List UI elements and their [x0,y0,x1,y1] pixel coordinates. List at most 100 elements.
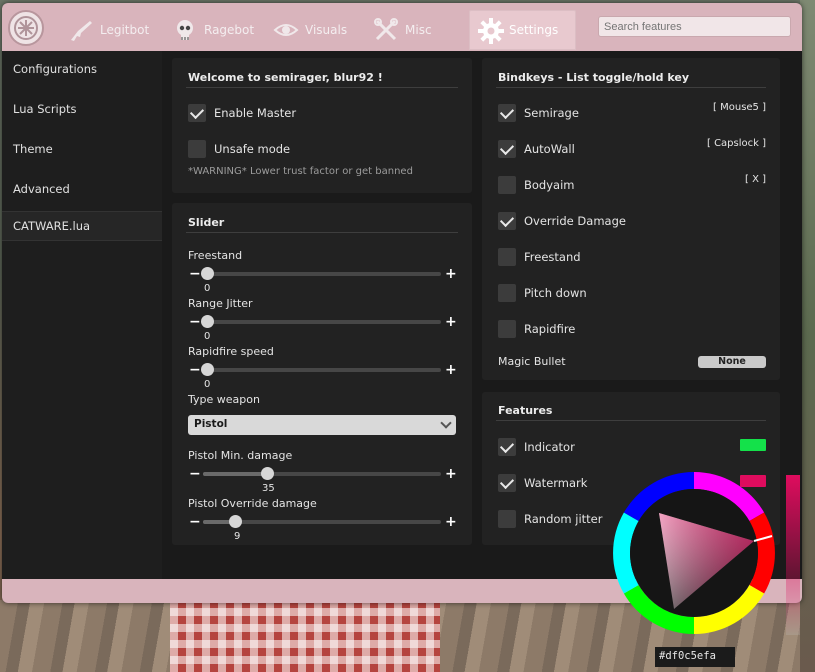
bodyaim-keybind[interactable]: [ X ] [745,174,766,185]
gear-icon [477,17,504,44]
sidebar-item-label: CATWARE.lua [13,219,91,233]
pitch-down-label: Pitch down [524,286,587,300]
freestand-slider-label: Freestand [188,249,243,262]
tab-visuals[interactable]: Visuals [265,10,355,50]
freestand-slider[interactable] [201,267,441,280]
range-jitter-slider[interactable] [201,315,441,328]
features-title: Features [498,404,553,417]
pistol-override-damage-plus-button[interactable]: + [445,515,457,529]
welcome-title: Welcome to semirager, blur92 ! [188,71,383,84]
unsafe-mode-label: Unsafe mode [214,142,291,156]
rapidfire-speed-minus-button[interactable]: − [189,363,201,377]
welcome-panel: Welcome to semirager, blur92 ! Enable Ma… [172,58,472,193]
pistol-override-damage-slider[interactable] [203,515,441,528]
background-scene-tablecloth [170,600,440,672]
divider [186,232,458,233]
rapidfire-speed-plus-button[interactable]: + [445,363,457,377]
semirage-checkbox[interactable] [498,104,516,122]
slider-knob[interactable] [229,515,242,528]
sidebar-item-advanced[interactable]: Advanced [2,174,162,204]
alpha-slider[interactable] [786,475,800,635]
rifle-icon [68,17,94,43]
enable-master-label: Enable Master [214,106,297,120]
skull-icon [172,17,198,43]
freestand-plus-button[interactable]: + [445,267,457,281]
override-damage-checkbox[interactable] [498,212,516,230]
hex-color-field[interactable]: #df0c5efa [655,647,735,667]
random-jitter-checkbox[interactable] [498,510,516,528]
warning-text: *WARNING* Lower trust factor or get bann… [188,166,413,177]
sidebar-item-label: Advanced [13,182,70,196]
background-scene-wall [800,0,815,672]
magic-bullet-label: Magic Bullet [498,355,566,368]
random-jitter-label: Random jitter [524,512,603,526]
tab-settings[interactable]: Settings [469,10,576,50]
tab-label: Visuals [305,23,348,37]
pistol-override-damage-label: Pistol Override damage [188,497,317,510]
indicator-label: Indicator [524,440,575,454]
sidebar-item-lua-scripts[interactable]: Lua Scripts [2,94,162,124]
indicator-checkbox[interactable] [498,438,516,456]
magic-bullet-key-button[interactable]: None [698,356,766,368]
pistol-min-damage-minus-button[interactable]: − [189,467,201,481]
tools-icon [373,17,399,43]
unsafe-mode-checkbox[interactable] [188,140,206,158]
rapidfire-speed-value: 0 [204,379,211,390]
rapidfire-checkbox[interactable] [498,320,516,338]
color-picker-wheel[interactable] [613,472,775,634]
freestand-checkbox[interactable] [498,248,516,266]
slider-knob[interactable] [261,467,274,480]
watermark-checkbox[interactable] [498,474,516,492]
search-input[interactable] [598,16,791,37]
sidebar-item-label: Theme [13,142,53,156]
bodyaim-checkbox[interactable] [498,176,516,194]
slider-knob[interactable] [201,315,214,328]
rapidfire-speed-slider[interactable] [201,363,441,376]
pistol-override-damage-value: 9 [234,531,241,542]
type-weapon-selected: Pistol [194,418,228,430]
catware-logo [8,10,44,46]
tab-label: Misc [405,23,432,37]
semirage-keybind[interactable]: [ Mouse5 ] [713,102,766,113]
indicator-color-swatch[interactable] [740,439,766,451]
sidebar-item-catware-lua[interactable]: CATWARE.lua [2,211,162,241]
autowall-checkbox[interactable] [498,140,516,158]
sidebar-item-configurations[interactable]: Configurations [2,54,162,84]
sidebar-item-label: Configurations [13,62,97,76]
pistol-min-damage-slider[interactable] [203,467,441,480]
type-weapon-label: Type weapon [188,393,260,406]
divider [186,87,458,88]
type-weapon-dropdown[interactable]: Pistol [188,415,456,435]
tab-label: Ragebot [204,23,255,37]
chevron-down-icon [440,417,452,429]
rapidfire-speed-slider-label: Rapidfire speed [188,345,274,358]
slider-fill [203,472,268,476]
pistol-override-damage-minus-button[interactable]: − [189,515,201,529]
tab-ragebot[interactable]: Ragebot [164,10,262,50]
pitch-down-checkbox[interactable] [498,284,516,302]
enable-master-checkbox[interactable] [188,104,206,122]
slider-panel: Slider Freestand − + 0 Range Jitter − + … [172,203,472,545]
slider-knob[interactable] [201,267,214,280]
range-jitter-plus-button[interactable]: + [445,315,457,329]
top-navigation-bar: Legitbot Ragebot Visuals Misc Settings [2,3,802,51]
freestand-label: Freestand [524,250,581,264]
tab-label: Legitbot [100,23,150,37]
semirage-label: Semirage [524,106,579,120]
tab-label: Settings [509,23,559,37]
freestand-minus-button[interactable]: − [189,267,201,281]
freestand-value: 0 [204,283,211,294]
slider-panel-title: Slider [188,216,225,229]
sidebar-item-theme[interactable]: Theme [2,134,162,164]
rapidfire-label: Rapidfire [524,322,576,336]
autowall-keybind[interactable]: [ Capslock ] [707,138,766,149]
sidebar-item-label: Lua Scripts [13,102,77,116]
range-jitter-value: 0 [204,331,211,342]
bindkeys-panel: Bindkeys - List toggle/hold key Semirage… [482,58,780,380]
range-jitter-minus-button[interactable]: − [189,315,201,329]
pistol-min-damage-plus-button[interactable]: + [445,467,457,481]
bodyaim-label: Bodyaim [524,178,575,192]
tab-legitbot[interactable]: Legitbot [60,10,157,50]
tab-misc[interactable]: Misc [365,10,440,50]
slider-knob[interactable] [201,363,214,376]
